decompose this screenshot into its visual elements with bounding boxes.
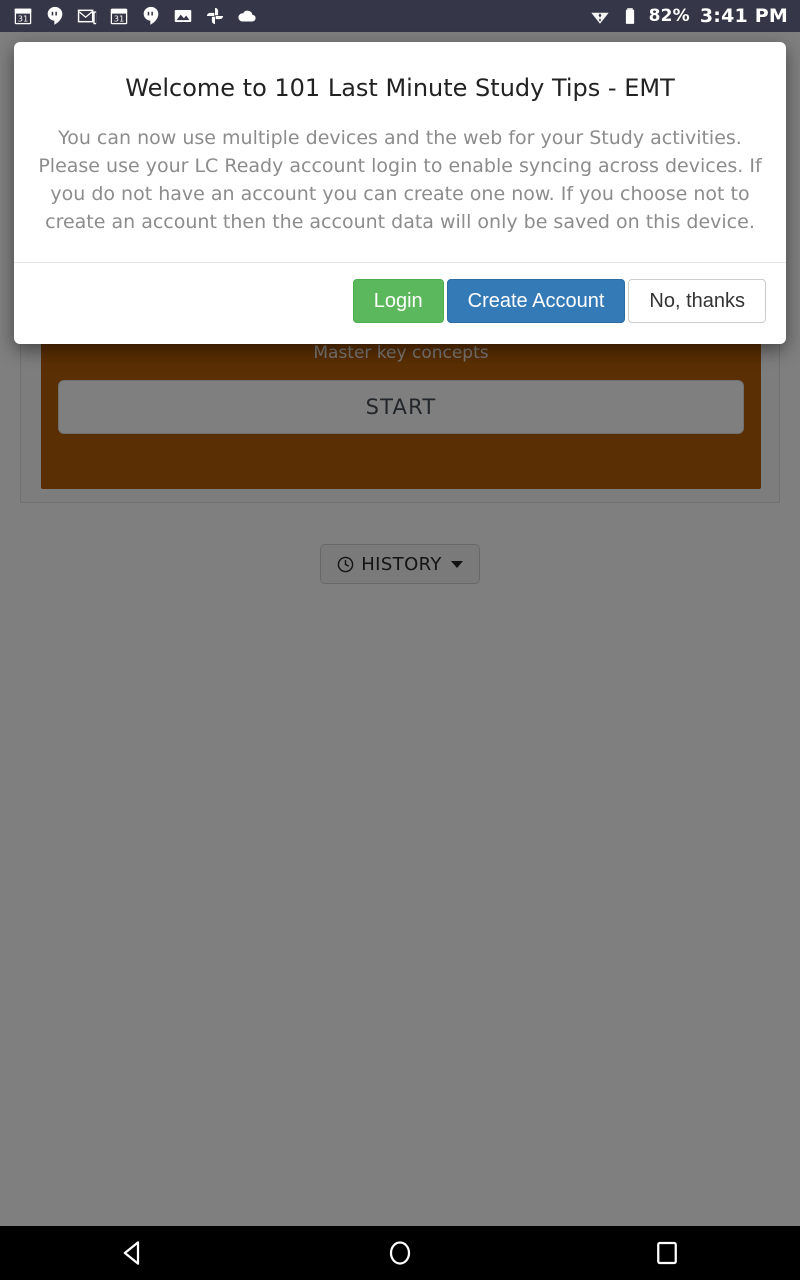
back-triangle-icon — [124, 1241, 140, 1265]
android-screen: 31 31 82% 3:41 PM Welcome to 101 Last Mi… — [0, 0, 800, 1280]
battery-icon — [625, 8, 634, 24]
status-bar-system-icons: 82% 3:41 PM — [589, 5, 788, 27]
gmail-icon — [77, 9, 97, 25]
dialog-title: Welcome to 101 Last Minute Study Tips - … — [125, 74, 675, 102]
hangouts-icon — [47, 6, 63, 25]
no-thanks-button[interactable]: No, thanks — [628, 279, 766, 324]
google-photos-icon — [206, 7, 224, 25]
status-bar: 31 31 82% 3:41 PM — [0, 0, 800, 32]
android-navigation-bar — [0, 1226, 800, 1280]
home-circle-icon — [389, 1241, 411, 1265]
photo-icon — [174, 10, 192, 22]
calendar-icon: 31 — [14, 8, 32, 25]
calendar-icon-2: 31 — [110, 8, 128, 25]
nav-recents-button[interactable] — [607, 1226, 727, 1280]
svg-text:31: 31 — [114, 14, 125, 24]
login-button[interactable]: Login — [352, 279, 444, 324]
battery-percentage: 82% — [648, 6, 690, 26]
svg-text:31: 31 — [18, 14, 29, 24]
welcome-dialog: Welcome to 101 Last Minute Study Tips - … — [14, 42, 786, 345]
create-account-button[interactable]: Create Account — [446, 279, 626, 324]
hangouts-icon-2 — [143, 6, 159, 25]
nav-back-button[interactable] — [73, 1226, 193, 1280]
dialog-actions: Login Create Account No, thanks — [14, 263, 786, 344]
cloud-icon — [238, 10, 256, 22]
dialog-message: You can now use multiple devices and the… — [38, 126, 762, 233]
status-bar-notification-icons: 31 31 — [12, 5, 258, 27]
nav-home-button[interactable] — [340, 1226, 460, 1280]
wifi-icon — [590, 12, 609, 24]
status-bar-clock: 3:41 PM — [699, 5, 788, 27]
recents-square-icon — [656, 1241, 677, 1265]
